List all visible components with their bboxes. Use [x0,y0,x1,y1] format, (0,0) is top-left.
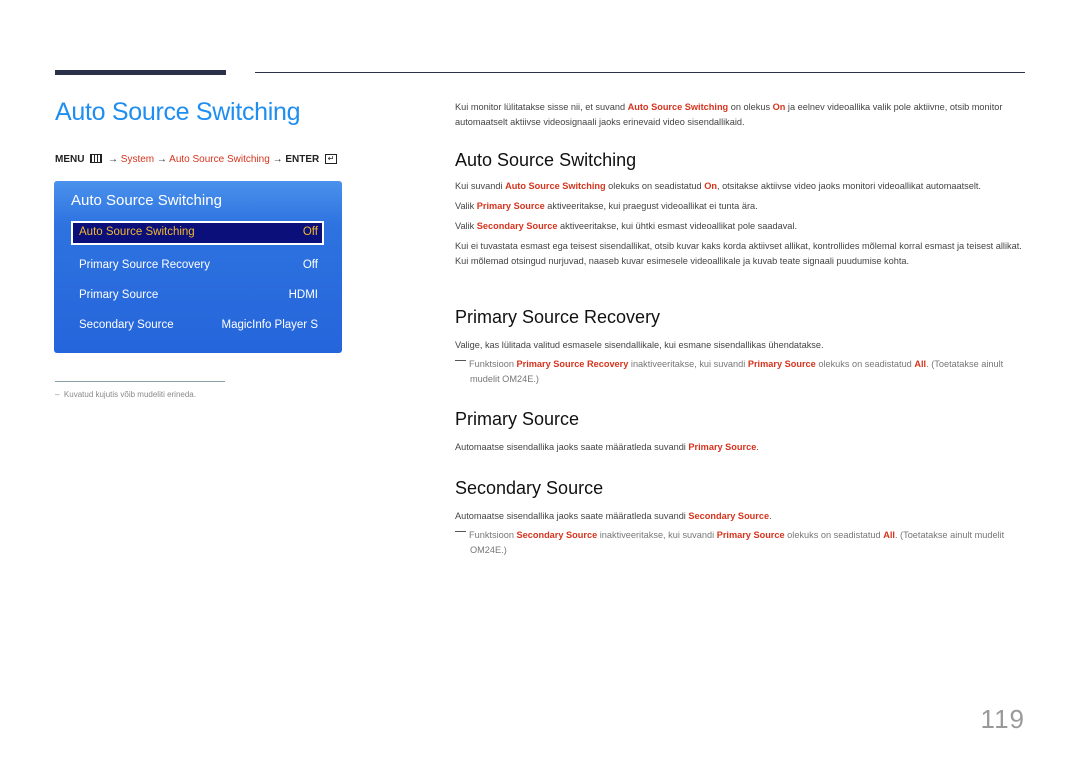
paragraph: Kui suvandi Auto Source Switching olekuk… [455,181,981,191]
page-number: 119 [980,704,1025,734]
section-heading: Primary Source Recovery [455,307,661,327]
osd-row-value: HDMI [288,289,318,301]
osd-row-value: MagicInfo Player S [221,319,318,331]
menu-label: MENU [55,154,85,165]
osd-title: Auto Source Switching [71,192,222,209]
header-rule-thick [55,70,226,75]
note: Funktsioon Secondary Source inaktiveerit… [455,528,1030,558]
path-arrow: → [272,154,283,165]
image-note-text: Kuvatud kujutis võib mudeliti erineda. [63,390,196,399]
section-secondary-source: Secondary Source Automaatse sisendallika… [455,478,1030,558]
menu-path: MENU → System → Auto Source Switching → … [55,154,338,165]
menu-grid-icon [90,154,103,164]
path-system: System [120,154,155,165]
section-auto-source-switching: Auto Source Switching Kui suvandi Auto S… [455,150,1030,269]
osd-row-label: Auto Source Switching [79,226,195,238]
path-arrow: → [108,154,119,165]
section-primary-source: Primary Source Automaatse sisendallika j… [455,409,1030,455]
osd-row-primary-source[interactable]: Primary Source HDMI [71,284,324,308]
osd-row-auto-source-switching[interactable]: Auto Source Switching Off [71,221,324,245]
section-heading: Auto Source Switching [455,150,637,170]
osd-row-label: Primary Source Recovery [79,259,211,271]
dash-icon: – [55,390,60,399]
intro-paragraph: Kui monitor lülitatakse sisse nii, et su… [455,102,1003,127]
paragraph: Kui ei tuvastata esmast ega teisest sise… [455,241,1022,266]
osd-row-primary-source-recovery[interactable]: Primary Source Recovery Off [71,254,324,278]
section-primary-source-recovery: Primary Source Recovery Valige, kas lüli… [455,307,1030,387]
paragraph: Valik Primary Source aktiveeritakse, kui… [455,201,758,211]
section-heading: Secondary Source [455,478,604,498]
osd-row-value: Off [302,259,318,271]
section-heading: Primary Source [455,409,580,429]
note: Funktsioon Primary Source Recovery inakt… [455,357,1030,387]
note-dash-icon [455,360,466,361]
note-divider [55,381,225,382]
paragraph: Valige, kas lülitada valitud esmasele si… [455,340,824,350]
page-title: Auto Source Switching [55,98,301,126]
osd-row-value: Off [302,226,318,238]
path-arrow: → [156,154,167,165]
paragraph: Valik Secondary Source aktiveeritakse, k… [455,221,797,231]
osd-row-secondary-source[interactable]: Secondary Source MagicInfo Player S [71,314,324,338]
path-item: Auto Source Switching [169,154,270,165]
enter-icon: ↵ [325,154,338,165]
paragraph: Automaatse sisendallika jaoks saate määr… [455,442,759,452]
osd-menu-panel: Auto Source Switching Auto Source Switch… [54,181,342,353]
image-note: – Kuvatud kujutis võib mudeliti erineda. [55,390,196,399]
header-rule-thin [255,72,1025,73]
paragraph: Automaatse sisendallika jaoks saate määr… [455,511,772,521]
osd-row-label: Primary Source [79,289,159,301]
enter-label: ENTER [285,154,320,165]
osd-row-label: Secondary Source [79,319,174,331]
note-dash-icon [455,531,466,532]
